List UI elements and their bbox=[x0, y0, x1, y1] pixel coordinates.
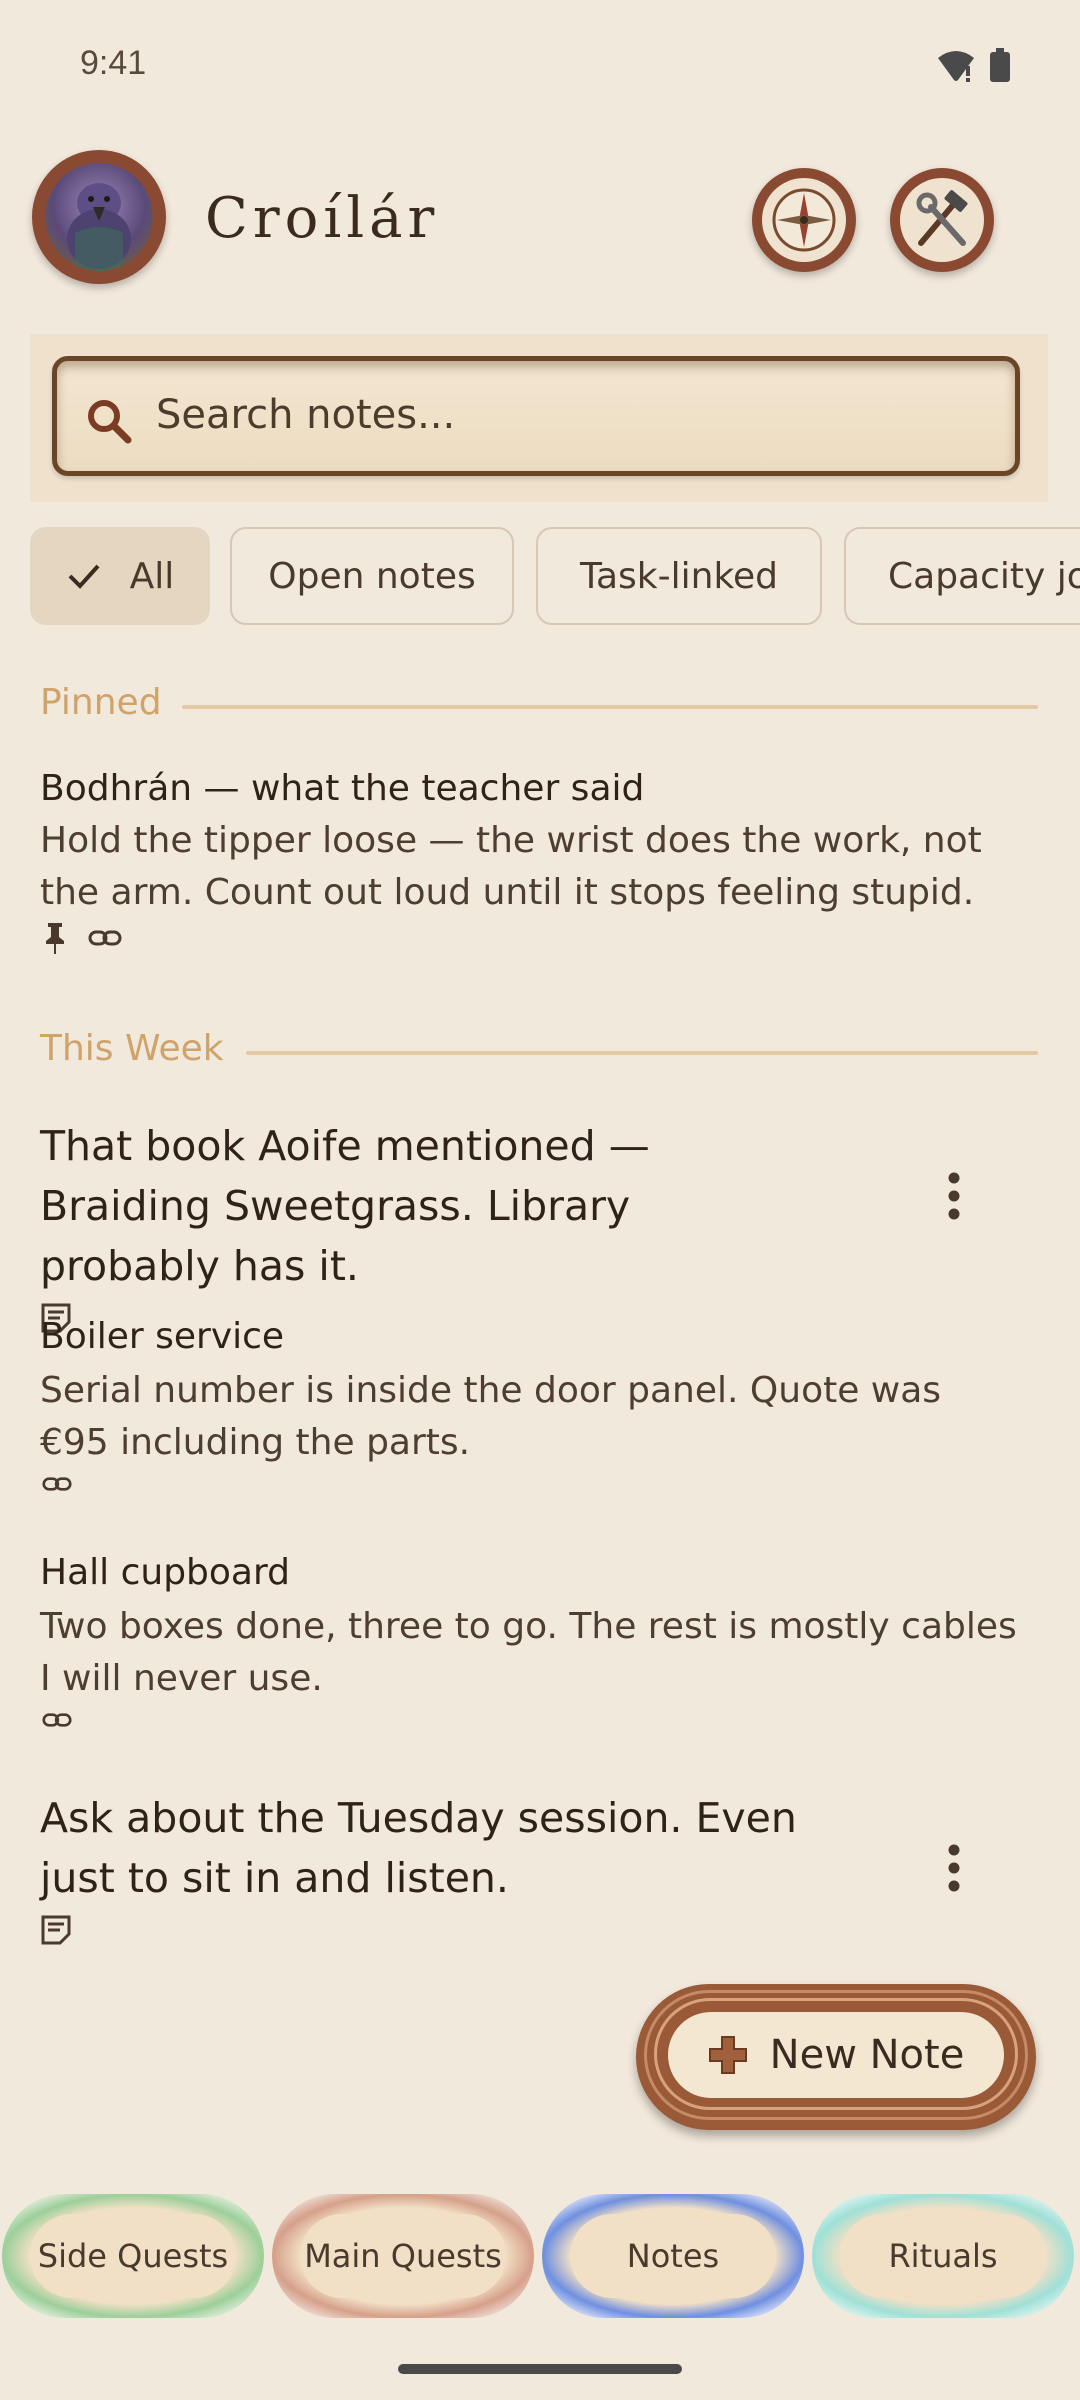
filter-chip-task-linked[interactable]: Task-linked bbox=[536, 527, 822, 625]
section-divider bbox=[246, 1051, 1038, 1055]
pin-icon bbox=[46, 923, 64, 954]
check-icon bbox=[68, 564, 100, 589]
raven-icon bbox=[45, 163, 153, 271]
note-title: Boiler service bbox=[40, 1316, 285, 1357]
filter-chip-label: Open notes bbox=[268, 555, 476, 597]
note-item[interactable]: Boiler service Serial number is inside t… bbox=[40, 1316, 1020, 1503]
note-title: Hall cupboard bbox=[40, 1552, 290, 1593]
search-placeholder: Search notes... bbox=[156, 392, 456, 438]
new-note-label: New Note bbox=[769, 2032, 965, 2078]
compass-button[interactable] bbox=[752, 168, 856, 272]
plus-icon bbox=[708, 2036, 747, 2074]
note-item[interactable]: Hall cupboard Two boxes done, three to g… bbox=[40, 1552, 1020, 1739]
battery-icon bbox=[990, 48, 1010, 82]
more-options-icon[interactable] bbox=[934, 1168, 974, 1228]
note-icon bbox=[41, 1915, 71, 1945]
home-indicator[interactable] bbox=[398, 2364, 682, 2374]
app-title: Croílár bbox=[205, 186, 440, 251]
filter-chip-all[interactable]: All bbox=[30, 527, 210, 625]
note-item[interactable]: That book Aoife mentioned — Braiding Swe… bbox=[40, 1116, 800, 1338]
note-body: Serial number is inside the door panel. … bbox=[40, 1370, 942, 1463]
hammer-wrench-icon bbox=[900, 178, 984, 262]
filter-chip-capacity[interactable]: Capacity jou bbox=[844, 527, 1080, 625]
more-options-icon[interactable] bbox=[934, 1840, 974, 1900]
nav-side-quests[interactable]: Side Quests bbox=[2, 2194, 264, 2318]
avatar[interactable] bbox=[32, 150, 166, 284]
note-title: Ask about the Tuesday session. Even just… bbox=[40, 1794, 797, 1902]
filter-chip-label: All bbox=[129, 555, 175, 597]
section-header-this-week: This Week bbox=[40, 1028, 224, 1069]
status-icons bbox=[936, 48, 1010, 82]
link-icon bbox=[88, 930, 122, 946]
compass-icon bbox=[762, 178, 846, 262]
status-time: 9:41 bbox=[80, 44, 147, 82]
filter-chip-label: Capacity jou bbox=[888, 555, 1080, 597]
wifi-icon bbox=[938, 51, 974, 82]
section-divider bbox=[182, 705, 1038, 709]
link-icon bbox=[42, 1713, 72, 1727]
nav-label: Notes bbox=[626, 2237, 720, 2275]
note-body: Hold the tipper loose — the wrist does t… bbox=[40, 820, 982, 913]
note-item[interactable]: Bodhrán — what the teacher said Hold the… bbox=[40, 768, 1020, 955]
search-icon bbox=[88, 400, 132, 444]
nav-main-quests[interactable]: Main Quests bbox=[272, 2194, 534, 2318]
note-item[interactable]: Ask about the Tuesday session. Even just… bbox=[40, 1788, 860, 1950]
note-title: That book Aoife mentioned — Braiding Swe… bbox=[40, 1122, 650, 1290]
filter-chip-label: Task-linked bbox=[579, 555, 779, 597]
note-title: Bodhrán — what the teacher said bbox=[40, 768, 645, 809]
nav-notes[interactable]: Notes bbox=[542, 2194, 804, 2318]
new-note-button[interactable]: New Note bbox=[636, 1984, 1036, 2130]
link-icon bbox=[42, 1477, 72, 1491]
nav-rituals[interactable]: Rituals bbox=[812, 2194, 1074, 2318]
nav-label: Main Quests bbox=[304, 2237, 502, 2275]
tools-button[interactable] bbox=[890, 168, 994, 272]
filter-chip-open-notes[interactable]: Open notes bbox=[230, 527, 514, 625]
nav-label: Rituals bbox=[888, 2237, 998, 2275]
section-header-pinned: Pinned bbox=[40, 682, 162, 723]
nav-label: Side Quests bbox=[37, 2237, 229, 2275]
note-body: Two boxes done, three to go. The rest is… bbox=[40, 1606, 1017, 1699]
